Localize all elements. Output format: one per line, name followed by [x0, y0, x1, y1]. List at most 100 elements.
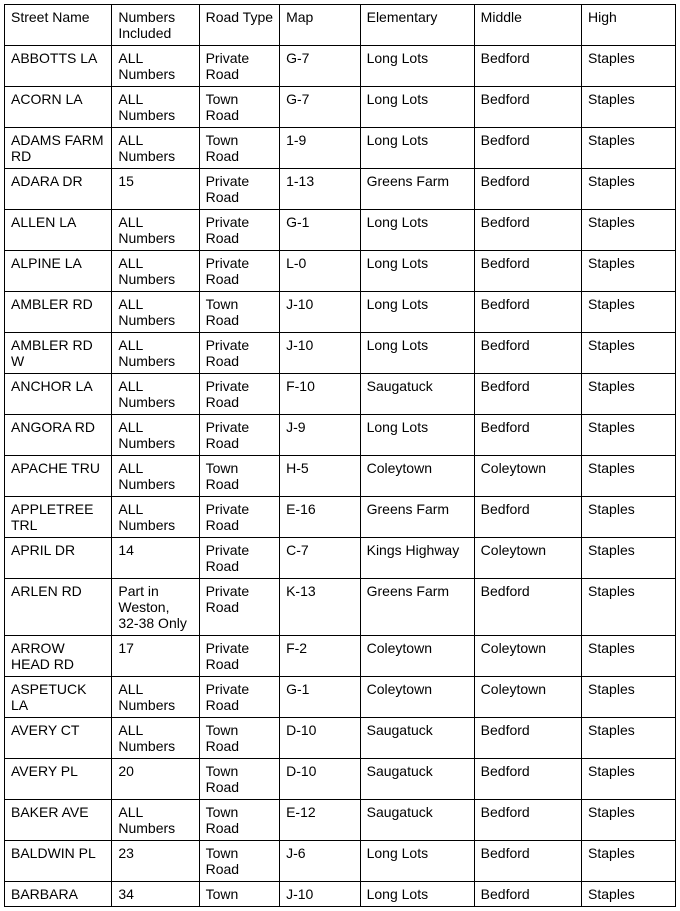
table-cell: Town Road	[199, 456, 280, 497]
table-cell: Staples	[582, 128, 676, 169]
header-elementary: Elementary	[360, 5, 474, 46]
table-cell: 1-13	[280, 169, 361, 210]
table-cell: Private Road	[199, 579, 280, 636]
table-cell: Coleytown	[360, 636, 474, 677]
table-cell: ARLEN RD	[5, 579, 112, 636]
table-cell: E-12	[280, 800, 361, 841]
table-cell: G-7	[280, 46, 361, 87]
table-cell: Bedford	[474, 87, 581, 128]
header-high: High	[582, 5, 676, 46]
table-cell: G-1	[280, 677, 361, 718]
table-cell: Bedford	[474, 128, 581, 169]
table-cell: Coleytown	[360, 456, 474, 497]
table-cell: Staples	[582, 46, 676, 87]
table-cell: Coleytown	[474, 636, 581, 677]
table-cell: Bedford	[474, 497, 581, 538]
table-cell: Staples	[582, 415, 676, 456]
table-cell: ADARA DR	[5, 169, 112, 210]
table-cell: Staples	[582, 718, 676, 759]
table-row: ASPETUCK LAALL NumbersPrivate RoadG-1Col…	[5, 677, 676, 718]
table-cell: Bedford	[474, 882, 581, 907]
table-cell: Saugatuck	[360, 374, 474, 415]
table-cell: AVERY CT	[5, 718, 112, 759]
table-cell: D-10	[280, 718, 361, 759]
table-row: ARROW HEAD RD17Private RoadF-2ColeytownC…	[5, 636, 676, 677]
table-cell: ABBOTTS LA	[5, 46, 112, 87]
table-cell: H-5	[280, 456, 361, 497]
table-row: AMBLER RD WALL NumbersPrivate RoadJ-10Lo…	[5, 333, 676, 374]
table-cell: 20	[112, 759, 199, 800]
table-cell: Staples	[582, 456, 676, 497]
table-cell: 23	[112, 841, 199, 882]
table-cell: ANCHOR LA	[5, 374, 112, 415]
table-cell: ARROW HEAD RD	[5, 636, 112, 677]
table-cell: Private Road	[199, 374, 280, 415]
table-cell: ALL Numbers	[112, 46, 199, 87]
table-cell: Town Road	[199, 292, 280, 333]
table-cell: Private Road	[199, 46, 280, 87]
header-road-type: Road Type	[199, 5, 280, 46]
table-cell: Coleytown	[474, 677, 581, 718]
table-cell: 15	[112, 169, 199, 210]
table-row: ALLEN LAALL NumbersPrivate RoadG-1Long L…	[5, 210, 676, 251]
table-cell: F-10	[280, 374, 361, 415]
table-cell: D-10	[280, 759, 361, 800]
table-cell: 14	[112, 538, 199, 579]
table-cell: ALL Numbers	[112, 87, 199, 128]
table-cell: Staples	[582, 251, 676, 292]
table-cell: Bedford	[474, 333, 581, 374]
table-row: ABBOTTS LAALL NumbersPrivate RoadG-7Long…	[5, 46, 676, 87]
table-cell: Bedford	[474, 251, 581, 292]
table-cell: Staples	[582, 210, 676, 251]
table-cell: Long Lots	[360, 210, 474, 251]
table-cell: Private Road	[199, 636, 280, 677]
table-cell: ALL Numbers	[112, 415, 199, 456]
table-cell: Long Lots	[360, 882, 474, 907]
table-row: ALPINE LAALL NumbersPrivate RoadL-0Long …	[5, 251, 676, 292]
table-cell: Town Road	[199, 718, 280, 759]
table-cell: G-7	[280, 87, 361, 128]
table-cell: ACORN LA	[5, 87, 112, 128]
table-cell: K-13	[280, 579, 361, 636]
table-cell: Long Lots	[360, 333, 474, 374]
table-cell: Saugatuck	[360, 800, 474, 841]
table-row: BALDWIN PL23Town RoadJ-6Long LotsBedford…	[5, 841, 676, 882]
table-cell: Staples	[582, 882, 676, 907]
table-cell: Town Road	[199, 800, 280, 841]
table-cell: L-0	[280, 251, 361, 292]
table-body: ABBOTTS LAALL NumbersPrivate RoadG-7Long…	[5, 46, 676, 907]
table-row: ADAMS FARM RDALL NumbersTown Road1-9Long…	[5, 128, 676, 169]
table-cell: Bedford	[474, 800, 581, 841]
table-cell: Long Lots	[360, 251, 474, 292]
table-cell: Private Road	[199, 251, 280, 292]
street-schools-table: Street Name Numbers Included Road Type M…	[4, 4, 676, 907]
table-cell: Staples	[582, 87, 676, 128]
table-cell: E-16	[280, 497, 361, 538]
table-cell: ALLEN LA	[5, 210, 112, 251]
table-cell: J-9	[280, 415, 361, 456]
header-map: Map	[280, 5, 361, 46]
table-cell: Greens Farm	[360, 169, 474, 210]
table-cell: 1-9	[280, 128, 361, 169]
table-row: BARBARA34TownJ-10Long LotsBedfordStaples	[5, 882, 676, 907]
table-cell: ALL Numbers	[112, 677, 199, 718]
table-cell: ALL Numbers	[112, 292, 199, 333]
table-cell: Long Lots	[360, 87, 474, 128]
table-cell: Coleytown	[474, 538, 581, 579]
table-cell: Long Lots	[360, 46, 474, 87]
table-row: ANGORA RDALL NumbersPrivate RoadJ-9Long …	[5, 415, 676, 456]
table-cell: F-2	[280, 636, 361, 677]
table-cell: Bedford	[474, 579, 581, 636]
table-cell: Bedford	[474, 46, 581, 87]
table-cell: ALL Numbers	[112, 333, 199, 374]
table-cell: G-1	[280, 210, 361, 251]
table-cell: Bedford	[474, 718, 581, 759]
table-row: BAKER AVEALL NumbersTown RoadE-12Saugatu…	[5, 800, 676, 841]
table-cell: Greens Farm	[360, 579, 474, 636]
table-header-row: Street Name Numbers Included Road Type M…	[5, 5, 676, 46]
table-cell: ALL Numbers	[112, 251, 199, 292]
table-row: ADARA DR15Private Road1-13Greens FarmBed…	[5, 169, 676, 210]
table-cell: Greens Farm	[360, 497, 474, 538]
table-row: ACORN LAALL NumbersTown RoadG-7Long Lots…	[5, 87, 676, 128]
table-cell: Staples	[582, 841, 676, 882]
